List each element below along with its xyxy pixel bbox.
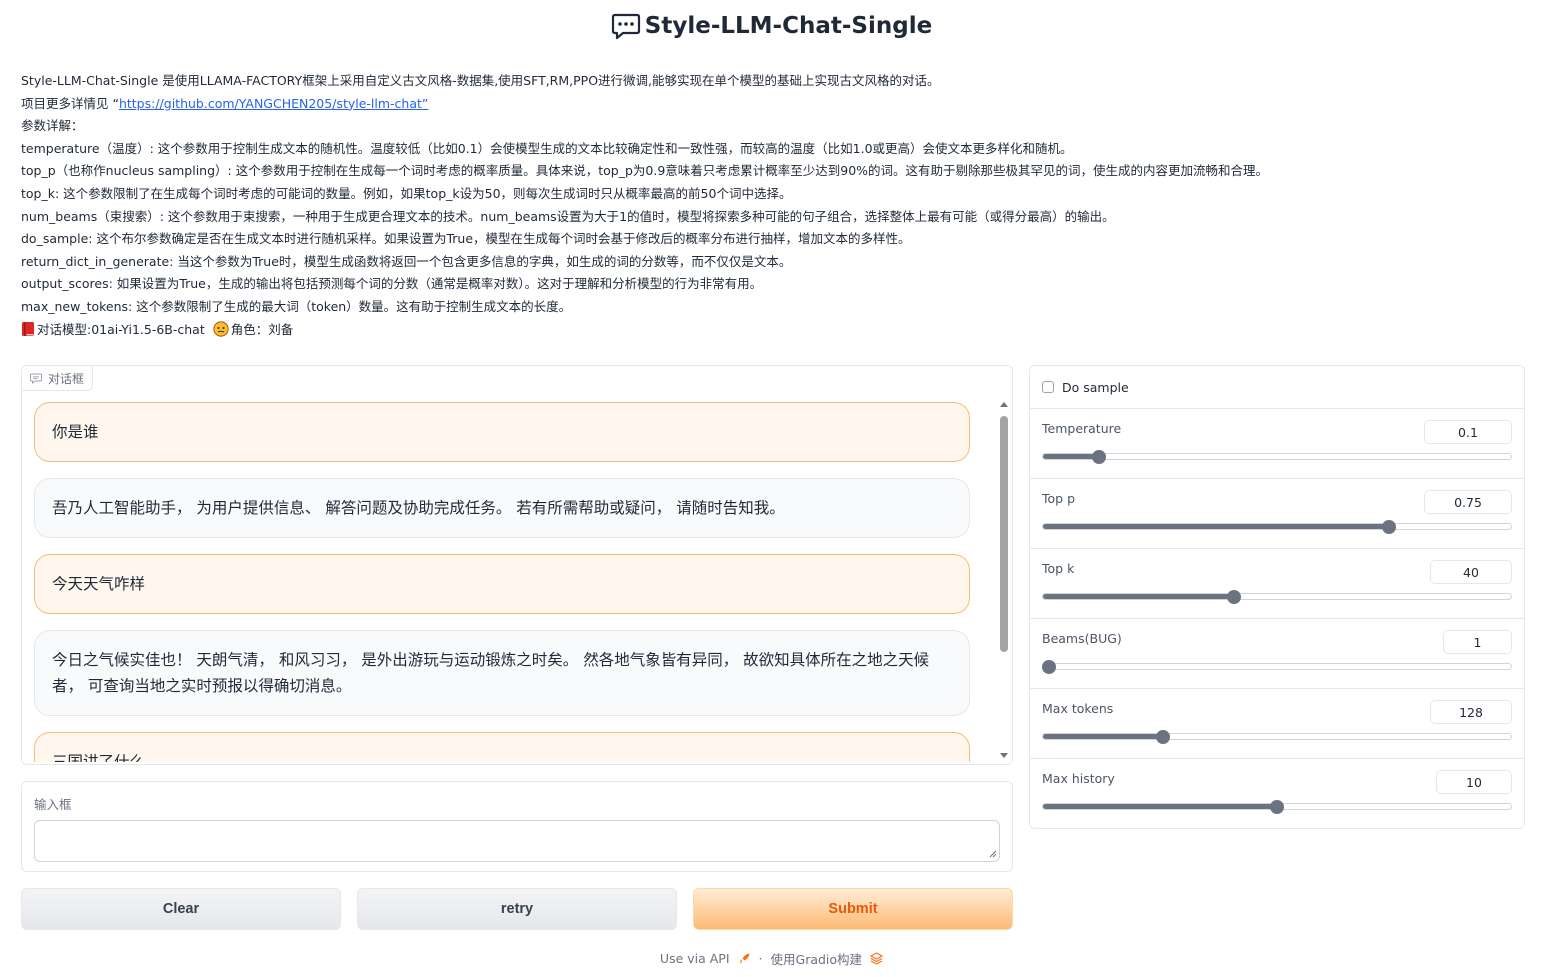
gradio-logo-icon: [870, 951, 884, 965]
temperature-number-input[interactable]: 0.1: [1424, 420, 1512, 444]
top-k-label: Top k: [1042, 561, 1075, 576]
project-link-prefix: 项目更多详情见 “: [21, 95, 119, 111]
temperature-slider-thumb[interactable]: [1092, 450, 1107, 464]
beams-slider-track[interactable]: [1042, 663, 1512, 670]
red-book-icon: [22, 321, 34, 336]
description-line: top_p（也称作nucleus sampling）: 这个参数用于控制在生成每…: [21, 163, 1269, 179]
submit-button[interactable]: Submit: [693, 888, 1013, 930]
rocket-icon: [739, 953, 750, 963]
description-line: output_scores: 如果设置为True，生成的输出将包括预测每个词的分…: [21, 276, 763, 292]
bot-message: 吾乃人工智能助手， 为用户提供信息、 解答问题及协助完成任务。 若有所需帮助或疑…: [34, 478, 970, 538]
temperature-label: Temperature: [1042, 421, 1122, 436]
max-tokens-label: Max tokens: [1042, 701, 1114, 716]
top-p-setting: Top p 0.75: [1030, 478, 1524, 548]
user-message: 三国讲了什么: [34, 732, 970, 762]
description-line: max_new_tokens: 这个参数限制了生成的最大词（token）数量。这…: [21, 298, 572, 314]
page-title: Style-LLM-Chat-Single: [644, 13, 933, 39]
top-p-slider-thumb[interactable]: [1381, 520, 1396, 534]
bot-message: 今日之气候实佳也！ 天朗气清， 和风习习， 是外出游玩与运动锻炼之时矣。 然各地…: [34, 630, 970, 716]
max-tokens-setting: Max tokens 128: [1030, 688, 1524, 758]
settings-panel: Do sample Temperature 0.1 Top p 0.75 Top…: [1029, 365, 1525, 829]
scroll-down-arrow-icon[interactable]: [1000, 753, 1008, 758]
footer: Use via API · 使用Gradio构建: [0, 949, 1543, 967]
model-role-line: 对话模型:01ai-Yi1.5-6B-chat 角色：刘备: [21, 319, 1511, 342]
top-k-slider-track[interactable]: [1042, 593, 1512, 600]
scroll-up-arrow-icon[interactable]: [1000, 402, 1008, 407]
built-with-gradio-link[interactable]: 使用Gradio构建: [771, 949, 863, 968]
description-line: top_k: 这个参数限制了在生成每个词时考虑的可能词的数量。例如，如果top_…: [21, 185, 792, 201]
top-p-label: Top p: [1042, 491, 1076, 506]
max-tokens-slider-track[interactable]: [1042, 733, 1512, 740]
max-history-label: Max history: [1042, 771, 1115, 786]
description-line: Style-LLM-Chat-Single 是使用LLAMA-FACTORY框架…: [21, 73, 940, 88]
model-name: 对话模型:01ai-Yi1.5-6B-chat: [37, 321, 205, 337]
beams-setting: Beams(BUG) 1: [1030, 618, 1524, 688]
top-p-slider-track[interactable]: [1042, 523, 1512, 530]
chat-message-list[interactable]: 你是谁 吾乃人工智能助手， 为用户提供信息、 解答问题及协助完成任务。 若有所需…: [34, 402, 970, 762]
user-message: 今天天气咋样: [34, 554, 970, 614]
project-link-line: 项目更多详情见 “https://github.com/YANGCHEN205/…: [21, 93, 1511, 116]
description-line: do_sample: 这个布尔参数确定是否在生成文本时进行随机采样。如果设置为T…: [21, 231, 911, 247]
chatbot-label-text: 对话框: [48, 371, 85, 386]
footer-separator: ·: [758, 950, 763, 966]
github-link[interactable]: https://github.com/YANGCHEN205/style-llm…: [119, 96, 428, 111]
max-tokens-number-input[interactable]: 128: [1430, 700, 1512, 724]
input-panel: 输入框: [21, 781, 1013, 872]
max-history-slider-fill: [1043, 804, 1277, 809]
do-sample-row[interactable]: Do sample: [1030, 366, 1524, 408]
chat-scrollbar[interactable]: [1000, 402, 1008, 758]
face-emoji-icon: [213, 320, 229, 337]
max-history-setting: Max history 10: [1030, 758, 1524, 828]
top-k-slider-thumb[interactable]: [1226, 590, 1241, 604]
description-block: Style-LLM-Chat-Single 是使用LLAMA-FACTORY框架…: [21, 70, 1511, 341]
page-header: Style-LLM-Chat-Single: [0, 10, 1543, 42]
description-line: 参数详解：: [21, 118, 84, 134]
chatbot-label: 对话框: [22, 366, 94, 391]
input-label: 输入框: [34, 797, 72, 812]
do-sample-checkbox[interactable]: [1042, 381, 1054, 393]
use-via-api-link[interactable]: Use via API: [660, 951, 730, 966]
temperature-slider-fill: [1043, 454, 1095, 459]
max-history-number-input[interactable]: 10: [1436, 770, 1512, 794]
description-line: num_beams（束搜索）: 这个参数用于束搜索，一种用于生成更合理文本的技术…: [21, 208, 1115, 224]
chat-icon: [30, 373, 42, 384]
max-tokens-slider-thumb[interactable]: [1156, 730, 1170, 744]
description-line: return_dict_in_generate: 当这个参数为True时，模型生…: [21, 253, 792, 269]
chat-bubble-icon: [611, 13, 640, 40]
role-name: 角色：刘备: [230, 321, 294, 337]
top-k-number-input[interactable]: 40: [1430, 560, 1512, 584]
user-message: 你是谁: [34, 402, 970, 462]
top-k-setting: Top k 40: [1030, 548, 1524, 618]
max-history-slider-thumb[interactable]: [1270, 800, 1284, 814]
message-input[interactable]: [34, 820, 1000, 862]
do-sample-label: Do sample: [1062, 379, 1129, 395]
chatbot-panel: 对话框 你是谁 吾乃人工智能助手， 为用户提供信息、 解答问题及协助完成任务。 …: [21, 365, 1013, 765]
beams-number-input[interactable]: 1: [1443, 630, 1512, 654]
max-tokens-slider-fill: [1043, 734, 1160, 739]
retry-button[interactable]: retry: [357, 888, 677, 930]
description-line: temperature（温度）: 这个参数用于控制生成文本的随机性。温度较低（比…: [21, 140, 1073, 156]
clear-button[interactable]: Clear: [21, 888, 341, 930]
top-k-slider-fill: [1043, 594, 1233, 599]
top-p-number-input[interactable]: 0.75: [1424, 490, 1512, 514]
beams-label: Beams(BUG): [1042, 631, 1122, 646]
scrollbar-thumb[interactable]: [1000, 416, 1008, 652]
temperature-setting: Temperature 0.1: [1030, 408, 1524, 478]
resize-grip-icon[interactable]: [989, 850, 997, 858]
beams-slider-thumb[interactable]: [1042, 660, 1056, 674]
temperature-slider-track[interactable]: [1042, 453, 1512, 460]
top-p-slider-fill: [1043, 524, 1392, 529]
